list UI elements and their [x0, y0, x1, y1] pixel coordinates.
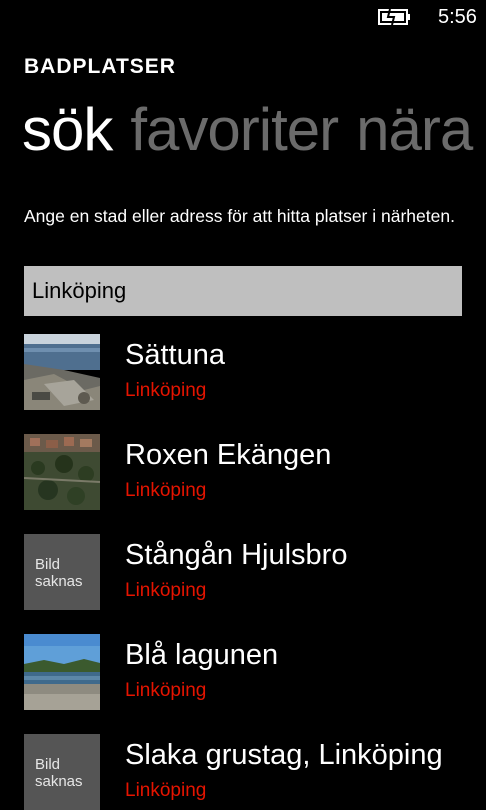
item-name: Roxen Ekängen [125, 439, 332, 471]
thumbnail-missing: Bild saknas [24, 534, 100, 610]
tab-nara[interactable]: nära [356, 92, 473, 168]
item-city: Linköping [125, 380, 207, 401]
result-item-slaka-grustag[interactable]: Bild saknas Slaka grustag, Linköping Lin… [24, 734, 486, 810]
search-instruction: Ange en stad eller adress för att hitta … [24, 206, 455, 226]
app-title: BADPLATSER [24, 55, 176, 78]
search-input[interactable]: Linköping [24, 266, 462, 316]
thumbnail-missing: Bild saknas [24, 734, 100, 810]
item-name: Slaka grustag, Linköping [125, 739, 443, 771]
result-item-bla-lagunen[interactable]: Blå lagunen Linköping [24, 634, 486, 710]
pivot-headers: sök favoriter nära [22, 92, 486, 168]
search-input-value: Linköping [32, 278, 127, 303]
item-name: Stångån Hjulsbro [125, 539, 348, 571]
item-name: Sättuna [125, 339, 225, 371]
thumbnail-lake-photo [24, 334, 100, 410]
item-city: Linköping [125, 580, 207, 601]
item-city: Linköping [125, 780, 207, 801]
item-city: Linköping [125, 680, 207, 701]
battery-charging-icon [378, 8, 410, 26]
aerial-photo-image [24, 434, 100, 510]
status-time: 5:56 [438, 6, 477, 28]
tab-sok[interactable]: sök [22, 92, 113, 168]
thumbnail-lagoon-photo [24, 634, 100, 710]
item-city: Linköping [125, 480, 207, 501]
image-missing-label: Bild saknas [35, 556, 83, 590]
item-name: Blå lagunen [125, 639, 279, 671]
lagoon-photo-image [24, 634, 100, 710]
result-item-stangan-hjulsbro[interactable]: Bild saknas Stångån Hjulsbro Linköping [24, 534, 486, 610]
thumbnail-aerial-photo [24, 434, 100, 510]
result-item-sattuna[interactable]: Sättuna Linköping [24, 334, 486, 410]
status-bar: 5:56 [0, 0, 486, 34]
image-missing-label: Bild saknas [35, 756, 83, 790]
tab-favoriter[interactable]: favoriter [130, 92, 339, 168]
result-item-roxen-ekangen[interactable]: Roxen Ekängen Linköping [24, 434, 486, 510]
lake-photo-image [24, 334, 100, 410]
